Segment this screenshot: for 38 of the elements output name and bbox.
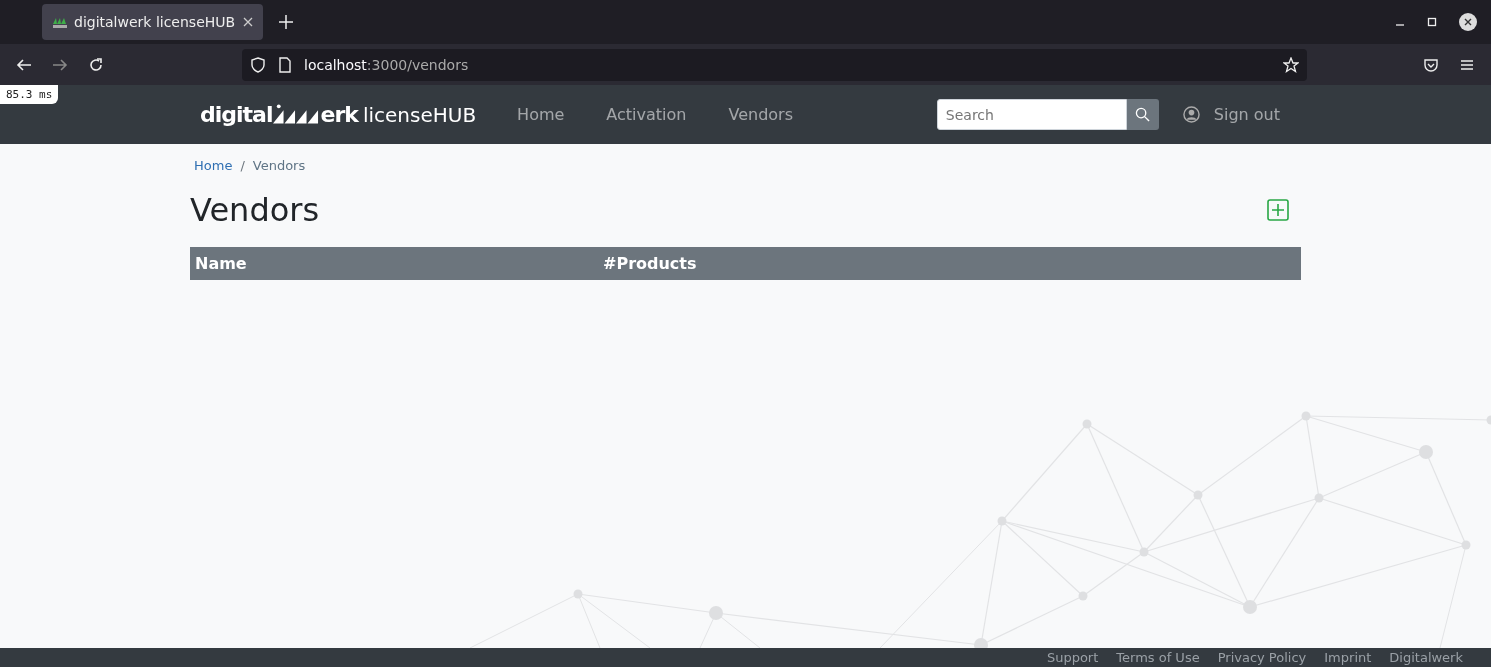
star-icon[interactable] <box>1283 56 1299 73</box>
search-field[interactable]: Search <box>936 99 1127 130</box>
footer-link[interactable]: Terms of Use <box>1116 650 1200 665</box>
page-icon <box>278 56 292 73</box>
search-icon <box>1135 107 1151 122</box>
nav-link[interactable]: Home <box>496 105 586 124</box>
breadcrumb-item[interactable]: Home <box>194 158 233 173</box>
breadcrumb-item[interactable]: Vendors <box>252 158 306 173</box>
footer-link[interactable]: Support <box>1046 650 1099 665</box>
user-icon[interactable] <box>1182 106 1200 123</box>
footer-link[interactable]: Privacy Policy <box>1217 650 1307 665</box>
close-icon[interactable] <box>243 17 253 27</box>
footer-link[interactable]: Digitalwerk <box>1389 650 1463 665</box>
tab-title: digitalwerk licenseHUB <box>74 14 237 30</box>
search-button[interactable] <box>1126 99 1159 130</box>
maximize-icon[interactable] <box>1427 17 1437 27</box>
sign-out-link[interactable]: Sign out <box>1199 105 1280 124</box>
shield-icon[interactable] <box>250 56 266 73</box>
page-title: Vendors <box>190 191 320 229</box>
browser-tab[interactable]: digitalwerk licenseHUB <box>42 4 263 40</box>
url-text: localhost:3000/vendors <box>304 56 469 73</box>
close-icon[interactable] <box>1459 13 1477 31</box>
column-header: Name <box>194 254 248 273</box>
timing-badge: 85.3 ms <box>0 85 59 104</box>
nav-link[interactable]: Vendors <box>707 105 814 124</box>
new-tab-icon[interactable] <box>279 15 293 29</box>
nav-link[interactable]: Activation <box>585 105 708 124</box>
logo[interactable]: digital erk licenseHUB <box>200 102 477 127</box>
column-header: #Products <box>602 254 698 273</box>
back-icon[interactable] <box>16 56 32 73</box>
breadcrumb-separator: / <box>240 158 245 173</box>
footer-link[interactable]: Imprint <box>1324 650 1372 665</box>
address-bar[interactable]: localhost:3000/vendors <box>242 48 1307 81</box>
plus-icon <box>1267 199 1289 221</box>
pocket-icon[interactable] <box>1423 56 1439 73</box>
forward-icon[interactable] <box>52 56 68 73</box>
add-button[interactable] <box>1267 199 1289 221</box>
reload-icon[interactable] <box>88 56 104 73</box>
